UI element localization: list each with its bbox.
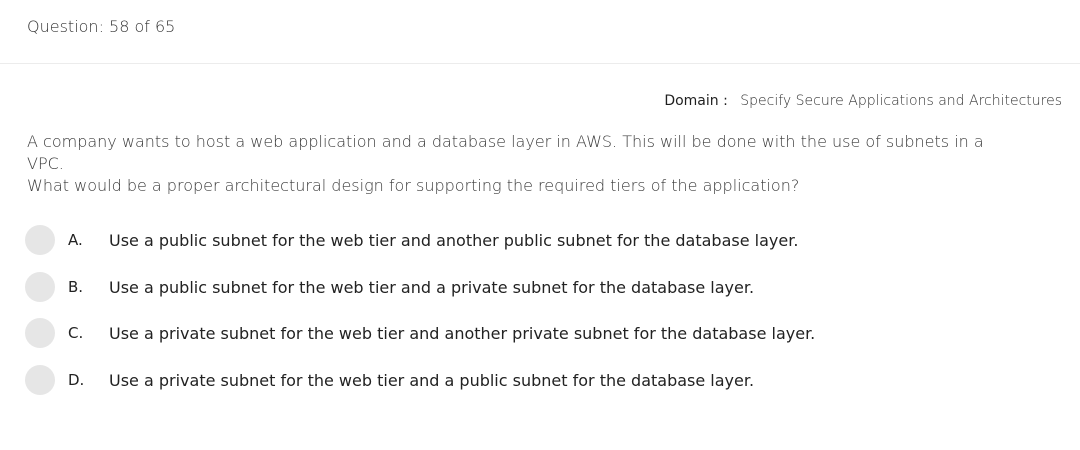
option-c-text: Use a private subnet for the web tier an… (109, 323, 816, 343)
question-text: A company wants to host a web applicatio… (27, 131, 1017, 197)
option-b-text: Use a public subnet for the web tier and… (109, 277, 755, 297)
option-c-radio[interactable] (25, 318, 55, 348)
option-d-text: Use a private subnet for the web tier an… (109, 370, 755, 390)
option-c[interactable]: C. Use a private subnet for the web tier… (25, 317, 1065, 349)
question-prompt: What would be a proper architectural des… (27, 176, 800, 195)
quiz-page: Question: 58 of 65 Domain : Specify Secu… (0, 0, 1080, 450)
question-counter: Question: 58 of 65 (27, 17, 176, 36)
domain-value: Specify Secure Applications and Architec… (740, 93, 1062, 109)
option-b[interactable]: B. Use a public subnet for the web tier … (25, 271, 1065, 303)
option-d-radio[interactable] (25, 365, 55, 395)
option-a-letter: A. (68, 231, 83, 249)
domain-label: Domain : (664, 93, 728, 109)
option-b-radio[interactable] (25, 272, 55, 302)
quiz-header: Question: 58 of 65 (0, 0, 1080, 64)
question-statement: A company wants to host a web applicatio… (27, 132, 984, 173)
option-a-text: Use a public subnet for the web tier and… (109, 230, 799, 250)
option-c-letter: C. (68, 324, 84, 342)
option-d-letter: D. (68, 371, 85, 389)
domain-line: Domain : Specify Secure Applications and… (664, 93, 1062, 109)
option-d[interactable]: D. Use a private subnet for the web tier… (25, 364, 1065, 396)
option-b-letter: B. (68, 278, 84, 296)
option-a-radio[interactable] (25, 225, 55, 255)
option-a[interactable]: A. Use a public subnet for the web tier … (25, 224, 1065, 256)
